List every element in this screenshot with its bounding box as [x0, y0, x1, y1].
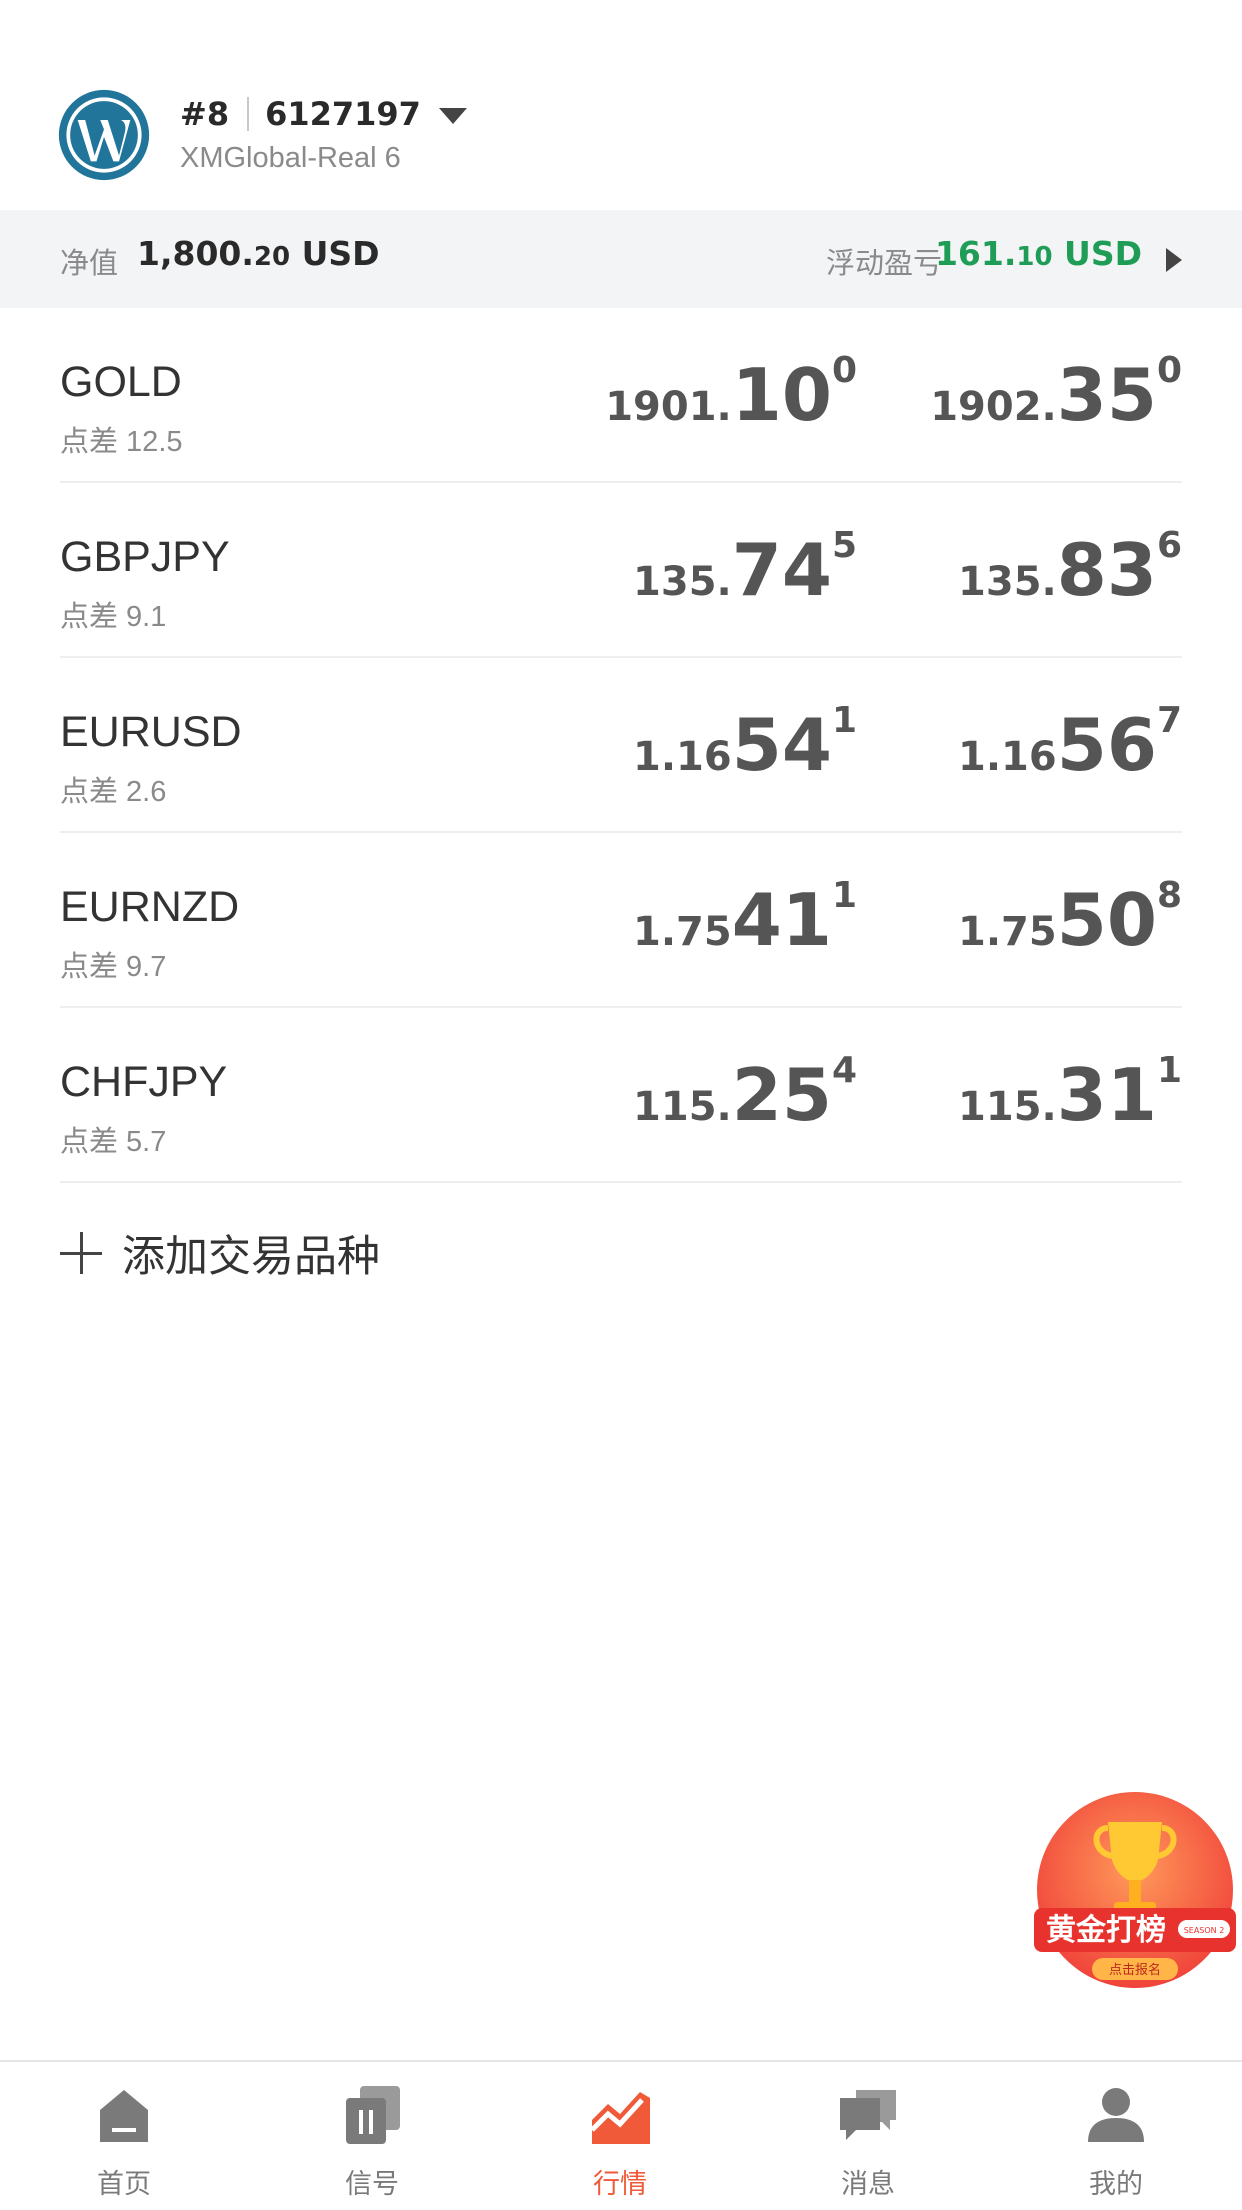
symbol-name: EURUSD [60, 708, 242, 756]
bid-price[interactable]: 1901.100 [605, 350, 857, 437]
spread-value: 点差 5.7 [60, 1126, 167, 1158]
quote-row-gbpjpy[interactable]: GBPJPY 点差 9.1 135.745 135.836 [60, 483, 1182, 658]
ask-price[interactable]: 135.836 [958, 525, 1182, 612]
tab-message[interactable]: 消息 [744, 2062, 992, 2210]
promo-title: 黄金打榜 [1046, 1913, 1166, 1948]
account-selector[interactable]: #8 6127197 [180, 92, 467, 136]
ask-price[interactable]: 1.75508 [958, 875, 1182, 962]
spread-value: 点差 12.5 [60, 426, 183, 458]
quote-row-chfjpy[interactable]: CHFJPY 点差 5.7 115.254 115.311 [60, 1008, 1182, 1183]
quote-row-eurnzd[interactable]: EURNZD 点差 9.7 1.75411 1.75508 [60, 833, 1182, 1008]
wordpress-logo-icon [58, 89, 150, 181]
equity-value: 1,800.20 USD [137, 234, 380, 273]
bid-price[interactable]: 1.75411 [633, 875, 857, 962]
promo-button: 点击报名 [1109, 1962, 1161, 1978]
ask-price[interactable]: 1.16567 [958, 700, 1182, 787]
ask-price[interactable]: 115.311 [958, 1050, 1182, 1137]
add-instrument-button[interactable]: 添加交易品种 [60, 1222, 380, 1284]
spread-value: 点差 2.6 [60, 776, 167, 808]
server-name: XMGlobal-Real 6 [180, 142, 401, 174]
tab-profile[interactable]: 我的 [992, 2062, 1240, 2210]
tab-signal[interactable]: 信号 [248, 2062, 496, 2210]
account-rank: #8 [180, 95, 230, 133]
symbol-name: CHFJPY [60, 1058, 228, 1106]
ask-price[interactable]: 1902.350 [930, 350, 1182, 437]
plus-icon [60, 1232, 102, 1274]
account-number: 6127197 [265, 95, 421, 133]
promo-badge[interactable]: 黄金打榜 SEASON 2 点击报名 [1030, 1790, 1240, 2000]
quote-list: GOLD 点差 12.5 1901.100 1902.350 GBPJPY 点差… [0, 308, 1242, 1183]
market-chart-icon [590, 2092, 650, 2144]
tab-label: 我的 [1089, 2169, 1143, 2199]
promo-season: SEASON 2 [1184, 1926, 1225, 1935]
tab-label: 首页 [97, 2169, 151, 2199]
symbol-name: EURNZD [60, 883, 240, 931]
quote-row-eurusd[interactable]: EURUSD 点差 2.6 1.16541 1.16567 [60, 658, 1182, 833]
signal-icon [346, 2086, 400, 2144]
add-instrument-label: 添加交易品种 [122, 1233, 380, 1281]
spread-value: 点差 9.7 [60, 951, 167, 983]
tab-home[interactable]: 首页 [0, 2062, 248, 2210]
caret-down-icon[interactable] [438, 108, 467, 124]
bid-price[interactable]: 135.745 [633, 525, 857, 612]
bid-price[interactable]: 1.16541 [633, 700, 857, 787]
symbol-name: GBPJPY [60, 533, 230, 581]
quote-row-gold[interactable]: GOLD 点差 12.5 1901.100 1902.350 [60, 308, 1182, 483]
profile-icon [1088, 2088, 1144, 2142]
bottom-tab-bar: 首页 信号 行情 消息 我的 [0, 2060, 1242, 2210]
tab-label: 行情 [593, 2169, 647, 2199]
message-icon [840, 2090, 896, 2140]
tab-market[interactable]: 行情 [496, 2062, 744, 2210]
symbol-name: GOLD [60, 358, 182, 406]
account-header: #8 6127197 XMGlobal-Real 6 [0, 0, 1242, 210]
floating-pl-value[interactable]: 161.10 USD [935, 234, 1142, 273]
account-summary-bar: 净值 1,800.20 USD 浮动盈亏 161.10 USD [0, 210, 1242, 308]
equity-label: 净值 [60, 248, 119, 280]
home-icon [100, 2090, 148, 2142]
divider [247, 97, 250, 131]
tab-label: 消息 [841, 2169, 895, 2199]
arrow-right-icon[interactable] [1166, 248, 1182, 272]
tab-label: 信号 [345, 2169, 399, 2199]
floating-pl-label: 浮动盈亏 [825, 248, 942, 280]
bid-price[interactable]: 115.254 [633, 1050, 857, 1137]
spread-value: 点差 9.1 [60, 601, 167, 633]
